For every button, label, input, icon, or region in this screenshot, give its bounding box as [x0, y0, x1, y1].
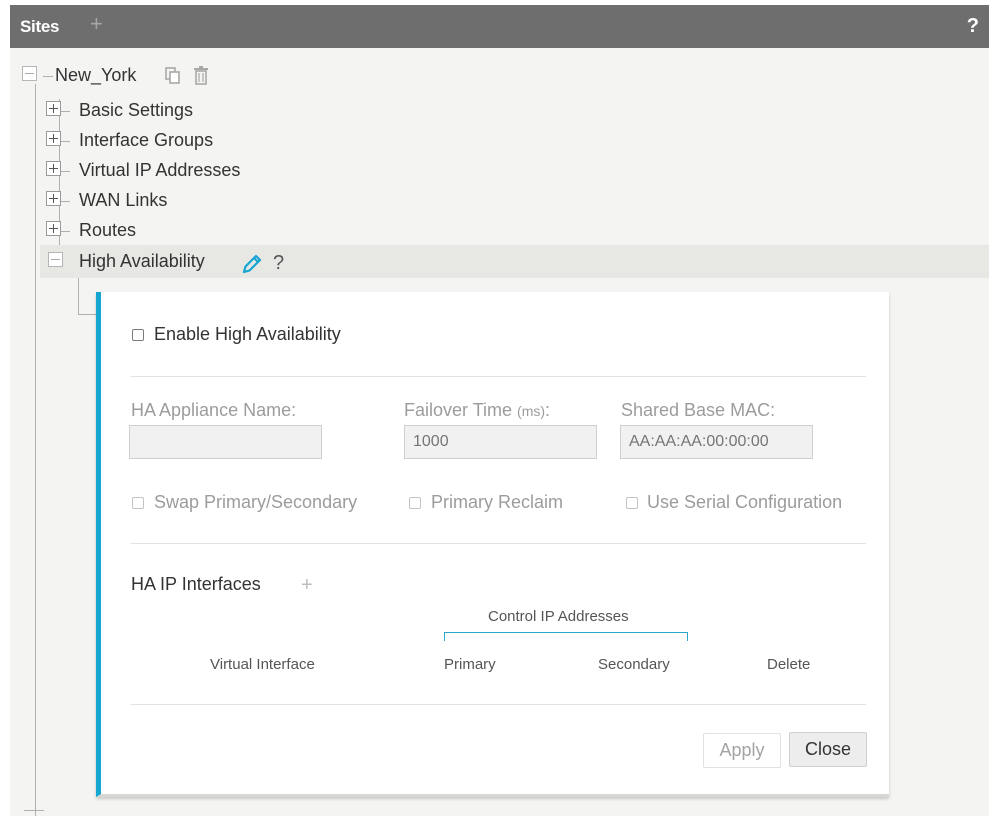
tree-line-child-3 — [60, 171, 70, 172]
tree-line-children — [59, 99, 60, 269]
tree-node-basic-settings[interactable]: Basic Settings — [79, 100, 193, 121]
shared-base-mac-input[interactable] — [620, 425, 813, 459]
tree-node-interface-groups[interactable]: Interface Groups — [79, 130, 213, 151]
tree-node-wan-links[interactable]: WAN Links — [79, 190, 167, 211]
close-button[interactable]: Close — [789, 732, 867, 767]
failover-time-input[interactable] — [404, 425, 597, 459]
separator-1 — [131, 376, 866, 377]
control-ip-group-header: Control IP Addresses — [488, 608, 629, 625]
tree-line-bottom — [24, 810, 44, 811]
tree-line-child-2 — [60, 141, 70, 142]
add-ha-ip-interface-plus-icon[interactable]: + — [301, 574, 313, 597]
site-name[interactable]: New_York — [55, 65, 136, 86]
col-primary: Primary — [444, 656, 496, 673]
shared-base-mac-label: Shared Base MAC: — [621, 400, 776, 420]
tree-node-high-availability[interactable]: High Availability — [79, 251, 205, 272]
failover-time-label: Failover Time (ms): — [404, 400, 550, 421]
col-delete: Delete — [767, 656, 811, 673]
header-title: Sites — [20, 17, 60, 36]
collapse-site-toggle[interactable] — [22, 66, 37, 81]
tree-line-root-h — [43, 76, 53, 77]
failover-time-unit: (ms) — [517, 403, 546, 419]
swap-primary-secondary-label: Swap Primary/Secondary — [154, 492, 358, 512]
sites-header: Sites + ? — [10, 5, 989, 48]
separator-2 — [131, 543, 866, 544]
ha-settings-panel: Enable High Availability HA Appliance Na… — [96, 292, 889, 797]
enable-ha-checkbox[interactable] — [132, 329, 144, 341]
tree-node-virtual-ip-addresses[interactable]: Virtual IP Addresses — [79, 160, 240, 181]
expand-routes-toggle[interactable] — [46, 221, 61, 236]
primary-reclaim-label: Primary Reclaim — [431, 492, 564, 512]
pencil-icon[interactable] — [240, 252, 264, 276]
expand-interface-groups-toggle[interactable] — [46, 131, 61, 146]
use-serial-configuration-checkbox[interactable] — [626, 497, 638, 509]
trash-icon[interactable] — [193, 66, 209, 86]
swap-primary-secondary-checkbox[interactable] — [132, 497, 144, 509]
failover-time-text: Failover Time — [404, 400, 513, 420]
tree-line-child-5 — [60, 231, 70, 232]
ha-appliance-name-label: HA Appliance Name: — [131, 400, 297, 420]
separator-3 — [131, 704, 866, 705]
apply-button[interactable]: Apply — [703, 733, 781, 768]
tree-line-root — [35, 84, 36, 816]
add-site-plus-icon[interactable]: + — [90, 13, 103, 35]
ha-ip-interfaces-title: HA IP Interfaces — [131, 574, 261, 594]
tree-node-routes[interactable]: Routes — [79, 220, 136, 241]
ha-appliance-name-input[interactable] — [129, 425, 322, 459]
failover-time-colon: : — [545, 400, 551, 420]
copy-icon[interactable] — [165, 67, 181, 85]
tree-line-child-4 — [60, 201, 70, 202]
help-button[interactable]: ? — [967, 15, 979, 38]
enable-ha-label: Enable High Availability — [154, 324, 341, 344]
control-ip-group-bracket — [444, 632, 688, 641]
tree-line-ha-h — [78, 314, 96, 315]
tree-line-child-1 — [60, 111, 70, 112]
primary-reclaim-checkbox[interactable] — [409, 497, 421, 509]
expand-virtual-ip-toggle[interactable] — [46, 161, 61, 176]
use-serial-configuration-label: Use Serial Configuration — [647, 492, 843, 512]
expand-basic-settings-toggle[interactable] — [46, 101, 61, 116]
col-virtual-interface: Virtual Interface — [210, 656, 315, 673]
ha-help-icon[interactable]: ? — [273, 252, 284, 275]
expand-wan-links-toggle[interactable] — [46, 191, 61, 206]
collapse-high-availability-toggle[interactable] — [48, 252, 63, 267]
col-secondary: Secondary — [598, 656, 670, 673]
